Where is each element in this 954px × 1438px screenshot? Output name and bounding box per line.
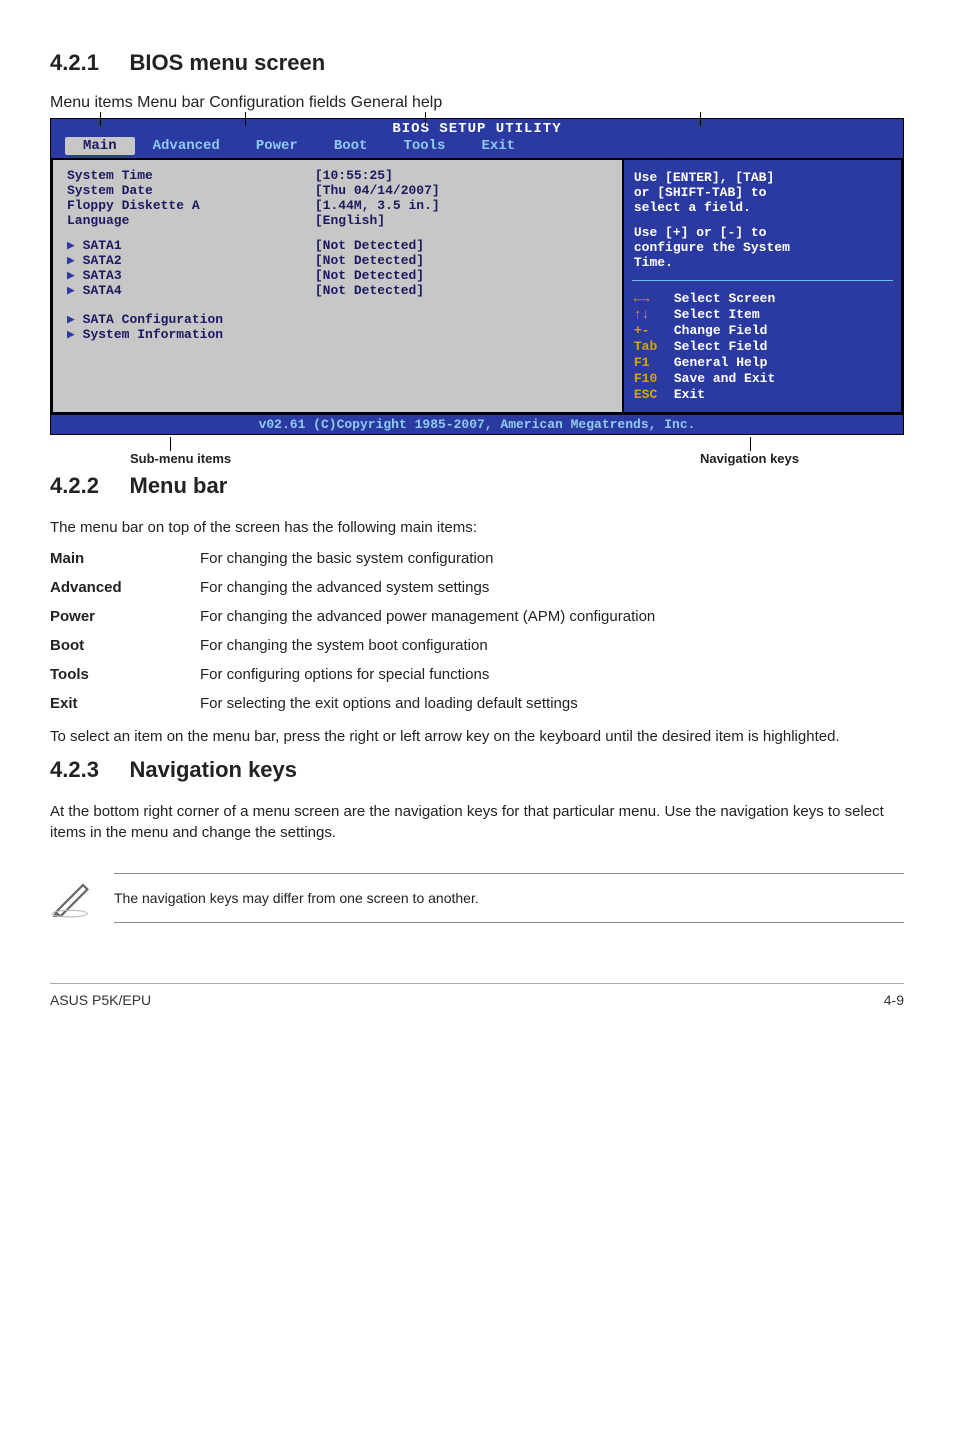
- section-title: BIOS menu screen: [130, 50, 326, 75]
- triangle-icon: ▶: [67, 238, 83, 253]
- paragraph: To select an item on the menu bar, press…: [50, 726, 904, 747]
- row-system-time: System Time: [67, 168, 315, 183]
- bios-footer: v02.61 (C)Copyright 1985-2007, American …: [51, 414, 903, 434]
- section-title: Menu bar: [130, 473, 228, 498]
- def-boot: For changing the system boot configurati…: [200, 637, 904, 654]
- def-exit: For selecting the exit options and loadi…: [200, 695, 904, 712]
- val-time: [10:55:25]: [315, 168, 618, 183]
- pencil-note-icon: [50, 874, 94, 923]
- help-line: Use [ENTER], [TAB]: [634, 170, 891, 185]
- section-num: 4.2.2: [50, 473, 99, 498]
- key-desc: Select Field: [674, 339, 891, 354]
- row-system-date: System Date: [67, 183, 315, 198]
- row-floppy: Floppy Diskette A: [67, 198, 315, 213]
- help-keys: ←→Select Screen ↑↓Select Item +-Change F…: [634, 291, 891, 402]
- section-heading-422: 4.2.2 Menu bar: [50, 473, 904, 499]
- label-submenu-items: Sub-menu items: [130, 451, 231, 466]
- triangle-icon: ▶: [67, 268, 83, 283]
- menu-main: Main: [65, 137, 135, 155]
- footer-right: 4-9: [884, 992, 904, 1008]
- top-label-row: Menu items Menu bar Configuration fields…: [50, 94, 904, 118]
- bios-left-col: System Time System Date Floppy Diskette …: [57, 168, 315, 404]
- def-advanced: For changing the advanced system setting…: [200, 579, 904, 596]
- key-esc: ESC: [634, 387, 674, 402]
- label-navigation-keys: Navigation keys: [700, 451, 799, 466]
- menu-tools: Tools: [385, 137, 463, 155]
- key-desc: General Help: [674, 355, 891, 370]
- help-line: configure the System: [634, 240, 891, 255]
- menu-advanced: Advanced: [135, 137, 238, 155]
- bios-screen: BIOS SETUP UTILITY Main Advanced Power B…: [50, 118, 904, 435]
- key-arrows-lr-icon: ←→: [634, 291, 674, 306]
- term-main: Main: [50, 550, 200, 567]
- paragraph: The menu bar on top of the screen has th…: [50, 517, 904, 538]
- help-line: or [SHIFT-TAB] to: [634, 185, 891, 200]
- key-f10: F10: [634, 371, 674, 386]
- triangle-icon: ▶: [67, 312, 83, 327]
- val-sata2: [Not Detected]: [315, 253, 618, 268]
- val-language: [English]: [315, 213, 618, 228]
- page-footer: ASUS P5K/EPU 4-9: [50, 983, 904, 1008]
- help-line: select a field.: [634, 200, 891, 215]
- key-desc: Change Field: [674, 323, 891, 338]
- row-sata3: ▶ SATA3: [67, 268, 315, 283]
- def-main: For changing the basic system configurat…: [200, 550, 904, 567]
- val-sata4: [Not Detected]: [315, 283, 618, 298]
- bios-help-panel: Use [ENTER], [TAB] or [SHIFT-TAB] to sel…: [622, 158, 903, 414]
- key-arrows-ud-icon: ↑↓: [634, 307, 674, 322]
- label-general-help: General help: [351, 94, 443, 111]
- key-plusminus: +-: [634, 323, 674, 338]
- key-desc: Save and Exit: [674, 371, 891, 386]
- val-date: [Thu 04/14/2007]: [315, 183, 618, 198]
- key-f1: F1: [634, 355, 674, 370]
- val-floppy: [1.44M, 3.5 in.]: [315, 198, 618, 213]
- label-config-fields: Configuration fields: [209, 94, 346, 111]
- row-sata-config: ▶ SATA Configuration: [67, 312, 315, 327]
- footer-left: ASUS P5K/EPU: [50, 992, 151, 1008]
- term-boot: Boot: [50, 637, 200, 654]
- paragraph: At the bottom right corner of a menu scr…: [50, 801, 904, 843]
- key-desc: Exit: [674, 387, 891, 402]
- label-menu-bar: Menu bar: [137, 94, 205, 111]
- label-menu-items: Menu items: [50, 94, 133, 111]
- row-sys-info: ▶ System Information: [67, 327, 315, 342]
- menu-boot: Boot: [316, 137, 386, 155]
- note-box: The navigation keys may differ from one …: [50, 873, 904, 923]
- val-sata3: [Not Detected]: [315, 268, 618, 283]
- definition-list: Main For changing the basic system confi…: [50, 550, 904, 712]
- help-line: Time.: [634, 255, 891, 270]
- term-tools: Tools: [50, 666, 200, 683]
- row-sata4: ▶ SATA4: [67, 283, 315, 298]
- bios-menubar: Main Advanced Power Boot Tools Exit: [51, 137, 903, 158]
- menu-power: Power: [238, 137, 316, 155]
- bottom-label-row: Sub-menu items Navigation keys: [50, 437, 904, 463]
- section-num: 4.2.3: [50, 757, 99, 782]
- term-power: Power: [50, 608, 200, 625]
- key-desc: Select Screen: [674, 291, 891, 306]
- section-heading-423: 4.2.3 Navigation keys: [50, 757, 904, 783]
- term-exit: Exit: [50, 695, 200, 712]
- section-num: 4.2.1: [50, 50, 99, 75]
- menu-exit: Exit: [463, 137, 533, 155]
- triangle-icon: ▶: [67, 283, 83, 298]
- key-desc: Select Item: [674, 307, 891, 322]
- section-title: Navigation keys: [130, 757, 298, 782]
- row-sata2: ▶ SATA2: [67, 253, 315, 268]
- bios-title: BIOS SETUP UTILITY: [51, 119, 903, 137]
- triangle-icon: ▶: [67, 253, 83, 268]
- row-language: Language: [67, 213, 315, 228]
- section-heading-421: 4.2.1 BIOS menu screen: [50, 50, 904, 76]
- bios-mid-col: [10:55:25] [Thu 04/14/2007] [1.44M, 3.5 …: [315, 168, 618, 404]
- note-text: The navigation keys may differ from one …: [114, 873, 904, 923]
- key-tab: Tab: [634, 339, 674, 354]
- triangle-icon: ▶: [67, 327, 83, 342]
- help-line: Use [+] or [-] to: [634, 225, 891, 240]
- def-tools: For configuring options for special func…: [200, 666, 904, 683]
- row-sata1: ▶ SATA1: [67, 238, 315, 253]
- term-advanced: Advanced: [50, 579, 200, 596]
- val-sata1: [Not Detected]: [315, 238, 618, 253]
- def-power: For changing the advanced power manageme…: [200, 608, 904, 625]
